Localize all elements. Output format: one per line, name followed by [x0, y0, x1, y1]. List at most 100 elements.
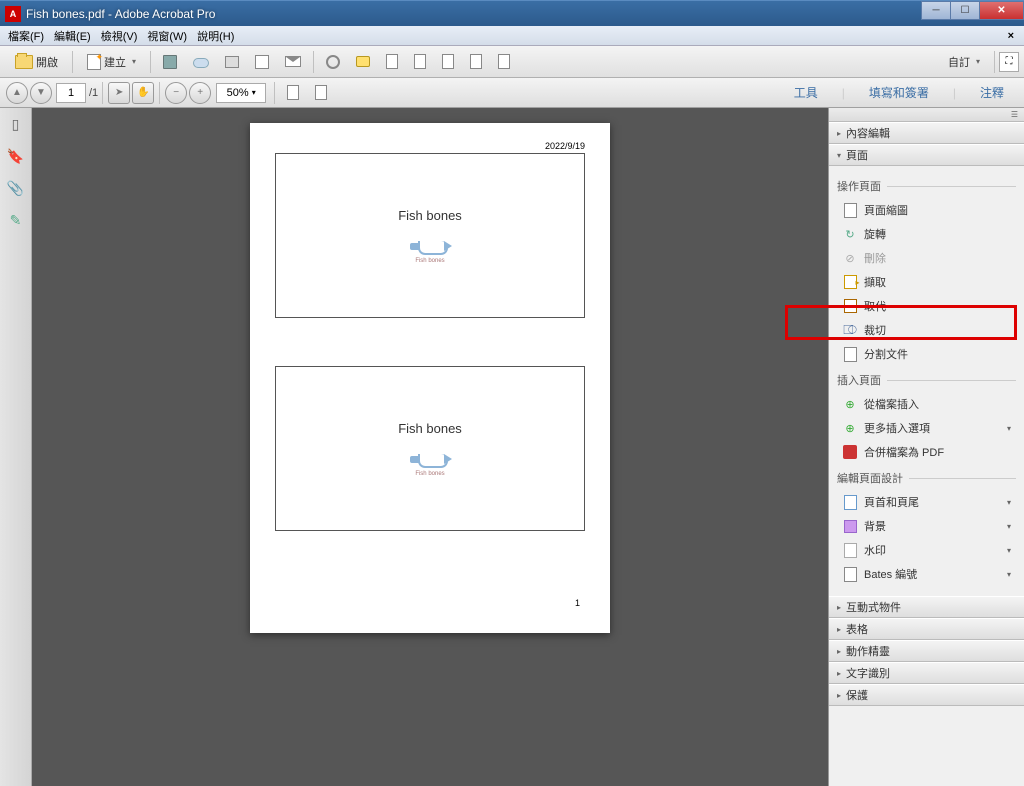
open-button[interactable]: 開啟 [6, 50, 67, 74]
page-up-button[interactable]: ▲ [6, 82, 28, 104]
logo-subtitle: Fish bones [415, 471, 444, 477]
customize-button[interactable]: 自訂 [939, 50, 989, 74]
tb-btn-10[interactable] [491, 50, 517, 74]
print-icon [225, 56, 239, 68]
section-design: 編輯頁面設計 [837, 470, 1016, 486]
menubar: 檔案(F) 編輯(E) 檢視(V) 視窗(W) 說明(H) × [0, 26, 1024, 46]
accordion-protect[interactable]: 保護 [829, 684, 1024, 706]
fullscreen-button[interactable]: ⛶ [999, 52, 1019, 72]
doc-close-button[interactable]: × [1003, 28, 1019, 44]
create-button[interactable]: 建立 [78, 50, 145, 74]
pdf-page: 2022/9/19 Fish bones Fish bones Fish bon… [250, 123, 610, 633]
section-manipulate: 操作頁面 [837, 178, 1016, 194]
mail-button[interactable] [278, 50, 308, 74]
signatures-icon[interactable]: ✎ [6, 210, 26, 230]
tool-page-thumbnails[interactable]: 頁面縮圖 [837, 198, 1016, 222]
page-tools-body: 操作頁面 頁面縮圖 ↻旋轉 ⊘刪除 擷取 取代 ⎄裁切 分割文件 插入頁面 ⊕從… [829, 166, 1024, 596]
fit-icon [287, 85, 299, 100]
tb-btn-8[interactable] [435, 50, 461, 74]
tools-panel: ☰ 內容編輯 頁面 操作頁面 頁面縮圖 ↻旋轉 ⊘刪除 擷取 取代 ⎄裁切 分割… [828, 108, 1024, 786]
fillsign-link[interactable]: 填寫和簽署 [857, 80, 941, 105]
accordion-interactive[interactable]: 互動式物件 [829, 596, 1024, 618]
page-icon [386, 54, 398, 69]
tool-rotate[interactable]: ↻旋轉 [837, 222, 1016, 246]
print-button[interactable] [218, 50, 246, 74]
cloud-icon [193, 58, 209, 68]
left-rail: ▯ 🔖 📎 ✎ [0, 108, 32, 786]
zoom-select[interactable]: 50% ▾ [216, 83, 266, 103]
tool-crop[interactable]: ⎄裁切 [837, 318, 1016, 342]
tb-btn-7[interactable] [407, 50, 433, 74]
slide-title: Fish bones [398, 208, 462, 223]
slide-2: Fish bones Fish bones [275, 366, 585, 531]
fish-logo [410, 454, 450, 468]
menu-file[interactable]: 檔案(F) [3, 26, 49, 46]
gear-icon [326, 55, 340, 69]
tb-btn-9[interactable] [463, 50, 489, 74]
zoom-out-button[interactable]: − [165, 82, 187, 104]
section-insert: 插入頁面 [837, 372, 1016, 388]
tool-merge[interactable]: 合併檔案為 PDF [837, 440, 1016, 464]
cloud-button[interactable] [186, 50, 216, 74]
tool-split[interactable]: 分割文件 [837, 342, 1016, 366]
panel-menu-icon[interactable]: ☰ [1009, 109, 1020, 120]
tool-more-insert[interactable]: ⊕更多插入選項▾ [837, 416, 1016, 440]
fit-icon [315, 85, 327, 100]
nav-toolbar: ▲ ▼ /1 ➤ ✋ − + 50% ▾ 工具 | 填寫和簽署 | 注釋 [0, 78, 1024, 108]
accordion-ocr[interactable]: 文字識別 [829, 662, 1024, 684]
comment-icon [356, 56, 370, 67]
settings-button[interactable] [319, 50, 347, 74]
page-icon [414, 54, 426, 69]
menu-view[interactable]: 檢視(V) [96, 26, 143, 46]
page-icon [442, 54, 454, 69]
tool-watermark[interactable]: 水印▾ [837, 538, 1016, 562]
select-tool[interactable]: ➤ [108, 82, 130, 104]
tools-link[interactable]: 工具 [782, 80, 830, 105]
tool-header-footer[interactable]: 頁首和頁尾▾ [837, 490, 1016, 514]
comment-link[interactable]: 注釋 [968, 80, 1016, 105]
tool-bates[interactable]: Bates 編號▾ [837, 562, 1016, 586]
tool-background[interactable]: 背景▾ [837, 514, 1016, 538]
app-icon: A [5, 6, 21, 22]
tb-btn-6[interactable] [379, 50, 405, 74]
slide-1: Fish bones Fish bones [275, 153, 585, 318]
menu-window[interactable]: 視窗(W) [142, 26, 192, 46]
document-area[interactable]: 2022/9/19 Fish bones Fish bones Fish bon… [32, 108, 828, 786]
logo-subtitle: Fish bones [415, 258, 444, 264]
accordion-forms[interactable]: 表格 [829, 618, 1024, 640]
edit-button[interactable] [248, 50, 276, 74]
accordion-page[interactable]: 頁面 [829, 144, 1024, 166]
bookmarks-icon[interactable]: 🔖 [6, 146, 26, 166]
hand-tool[interactable]: ✋ [132, 82, 154, 104]
save-icon [163, 55, 177, 69]
edit-icon [255, 55, 269, 69]
page-number: 1 [575, 598, 580, 608]
accordion-action[interactable]: 動作精靈 [829, 640, 1024, 662]
thumbnails-icon[interactable]: ▯ [6, 114, 26, 134]
tool-insert-from-file[interactable]: ⊕從檔案插入 [837, 392, 1016, 416]
tool-delete: ⊘刪除 [837, 246, 1016, 270]
fit-page-button[interactable] [308, 81, 334, 105]
fit-width-button[interactable] [280, 81, 306, 105]
menu-help[interactable]: 說明(H) [192, 26, 239, 46]
tool-replace[interactable]: 取代 [837, 294, 1016, 318]
save-button[interactable] [156, 50, 184, 74]
tool-extract[interactable]: 擷取 [837, 270, 1016, 294]
folder-icon [15, 55, 33, 69]
fish-logo [410, 241, 450, 255]
menu-edit[interactable]: 編輯(E) [49, 26, 96, 46]
zoom-in-button[interactable]: + [189, 82, 211, 104]
minimize-button[interactable]: ─ [921, 1, 951, 20]
mail-icon [285, 56, 301, 67]
page-down-button[interactable]: ▼ [30, 82, 52, 104]
page-count: /1 [89, 87, 98, 99]
attachments-icon[interactable]: 📎 [6, 178, 26, 198]
window-title: Fish bones.pdf - Adobe Acrobat Pro [26, 7, 215, 21]
create-icon [87, 54, 101, 70]
accordion-content-edit[interactable]: 內容編輯 [829, 122, 1024, 144]
page-date: 2022/9/19 [545, 141, 585, 151]
comment-button[interactable] [349, 50, 377, 74]
maximize-button[interactable]: ☐ [950, 1, 980, 20]
page-input[interactable] [56, 83, 86, 103]
close-button[interactable]: ✕ [979, 1, 1024, 20]
